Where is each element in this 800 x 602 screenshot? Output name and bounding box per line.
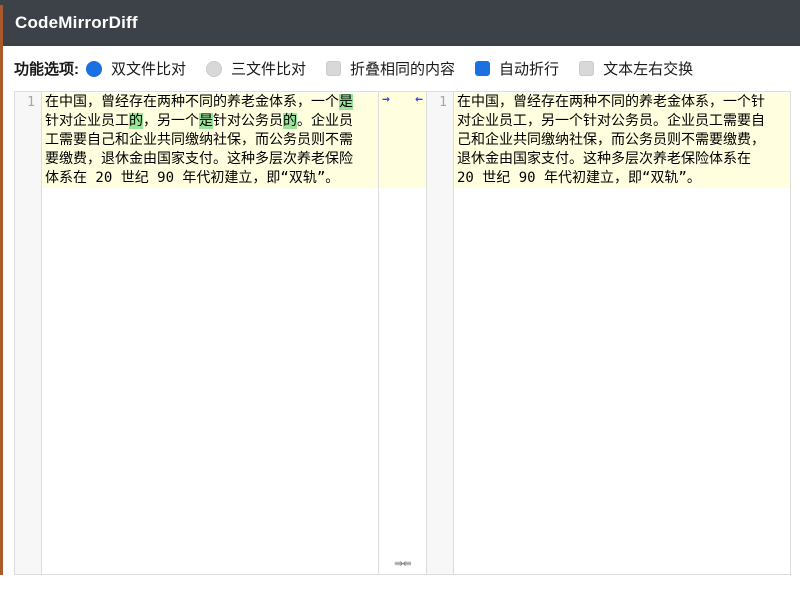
checkbox-icon[interactable] [326, 61, 341, 76]
option-three-file-diff[interactable]: 三文件比对 [206, 58, 306, 79]
toolbar-label: 功能选项: [14, 58, 79, 79]
editor-text: 针对公务员 [213, 113, 283, 129]
option-swap-text[interactable]: 文本左右交换 [579, 58, 693, 79]
option-label: 文本左右交换 [603, 58, 693, 79]
copy-to-right-button[interactable]: → [382, 92, 390, 108]
editor-text: 针对企业员工 [45, 113, 129, 129]
left-editor-content[interactable]: 在中国，曾经存在两种不同的养老金体系，一个是针对企业员工的，另一个是针对公务员的… [42, 92, 378, 574]
copy-to-left-button[interactable]: ← [415, 92, 423, 108]
toolbar-options: 双文件比对 三文件比对 折叠相同的内容 自动折行 文本左右交换 [86, 58, 713, 79]
line-number: 1 [427, 93, 447, 112]
editor-text: 要缴费，退休金由国家支付。这种多层次养老保险 [45, 151, 353, 167]
editor-line[interactable]: 工需要自己和企业共同缴纳社保，而公务员则不需 [42, 131, 378, 150]
editor-line[interactable]: 己和企业共同缴纳社保，而公务员则不需要缴费， [454, 131, 790, 150]
right-editor: 1 在中国，曾经存在两种不同的养老金体系，一个针对企业员工，另一个针对公务员。企… [427, 92, 790, 574]
editor-line[interactable]: 针对企业员工的，另一个是针对公务员的。企业员 [42, 112, 378, 131]
diff-inserted-text: 的 [129, 113, 143, 129]
editor-text: 对企业员工，另一个针对公务员。企业员工需要自 [457, 113, 765, 129]
app-header: CodeMirrorDiff [0, 0, 800, 46]
editor-text: 在中国，曾经存在两种不同的养老金体系，一个 [45, 94, 339, 110]
diff-inserted-text: 的 [283, 113, 297, 129]
editor-text: 体系在 20 世纪 90 年代初建立，即“双轨”。 [45, 170, 339, 186]
editor-text: 工需要自己和企业共同缴纳社保，而公务员则不需 [45, 132, 353, 148]
checkbox-icon[interactable] [475, 61, 490, 76]
editor-text: 在中国，曾经存在两种不同的养老金体系，一个针 [457, 94, 765, 110]
editor-line[interactable]: 在中国，曾经存在两种不同的养老金体系，一个是 [42, 93, 378, 112]
editor-text: 。企业员 [297, 113, 353, 129]
radio-icon[interactable] [206, 61, 222, 77]
option-label: 折叠相同的内容 [350, 58, 455, 79]
editor-line[interactable]: 要缴费，退休金由国家支付。这种多层次养老保险 [42, 150, 378, 169]
editor-text: 20 世纪 90 年代初建立，即“双轨”。 [457, 170, 701, 186]
left-line-number-gutter: 1 [15, 92, 42, 574]
option-auto-wrap[interactable]: 自动折行 [475, 58, 559, 79]
checkbox-icon[interactable] [579, 61, 594, 76]
window-edge-strip [0, 5, 3, 575]
right-line-number-gutter: 1 [427, 92, 454, 574]
editor-line[interactable]: 对企业员工，另一个针对公务员。企业员工需要自 [454, 112, 790, 131]
option-label: 双文件比对 [111, 58, 186, 79]
editor-text: ，另一个 [143, 113, 199, 129]
merge-gap: → ← ⇛⇚ [378, 92, 427, 574]
app-title: CodeMirrorDiff [15, 13, 138, 33]
option-label: 自动折行 [499, 58, 559, 79]
diff-inserted-text: 是 [199, 113, 213, 129]
right-editor-content[interactable]: 在中国，曾经存在两种不同的养老金体系，一个针对企业员工，另一个针对公务员。企业员… [454, 92, 790, 574]
radio-icon[interactable] [86, 61, 102, 77]
left-editor: 1 在中国，曾经存在两种不同的养老金体系，一个是针对企业员工的，另一个是针对公务… [15, 92, 378, 574]
option-collapse-identical[interactable]: 折叠相同的内容 [326, 58, 455, 79]
page: { "header": { "title": "CodeMirrorDiff" … [0, 0, 800, 602]
option-label: 三文件比对 [231, 58, 306, 79]
diff-inserted-text: 是 [339, 94, 353, 110]
scroll-lock-toggle-icon[interactable]: ⇛⇚ [394, 558, 410, 570]
editor-line[interactable]: 20 世纪 90 年代初建立，即“双轨”。 [454, 169, 790, 188]
line-number: 1 [15, 93, 35, 112]
options-toolbar: 功能选项: 双文件比对 三文件比对 折叠相同的内容 自动折行 文本左右交换 [0, 46, 800, 91]
merge-view: 1 在中国，曾经存在两种不同的养老金体系，一个是针对企业员工的，另一个是针对公务… [14, 91, 791, 575]
editor-line[interactable]: 在中国，曾经存在两种不同的养老金体系，一个针 [454, 93, 790, 112]
editor-line[interactable]: 退休金由国家支付。这种多层次养老保险体系在 [454, 150, 790, 169]
editor-line[interactable]: 体系在 20 世纪 90 年代初建立，即“双轨”。 [42, 169, 378, 188]
option-two-file-diff[interactable]: 双文件比对 [86, 58, 186, 79]
editor-text: 己和企业共同缴纳社保，而公务员则不需要缴费， [457, 132, 765, 148]
editor-text: 退休金由国家支付。这种多层次养老保险体系在 [457, 151, 751, 167]
